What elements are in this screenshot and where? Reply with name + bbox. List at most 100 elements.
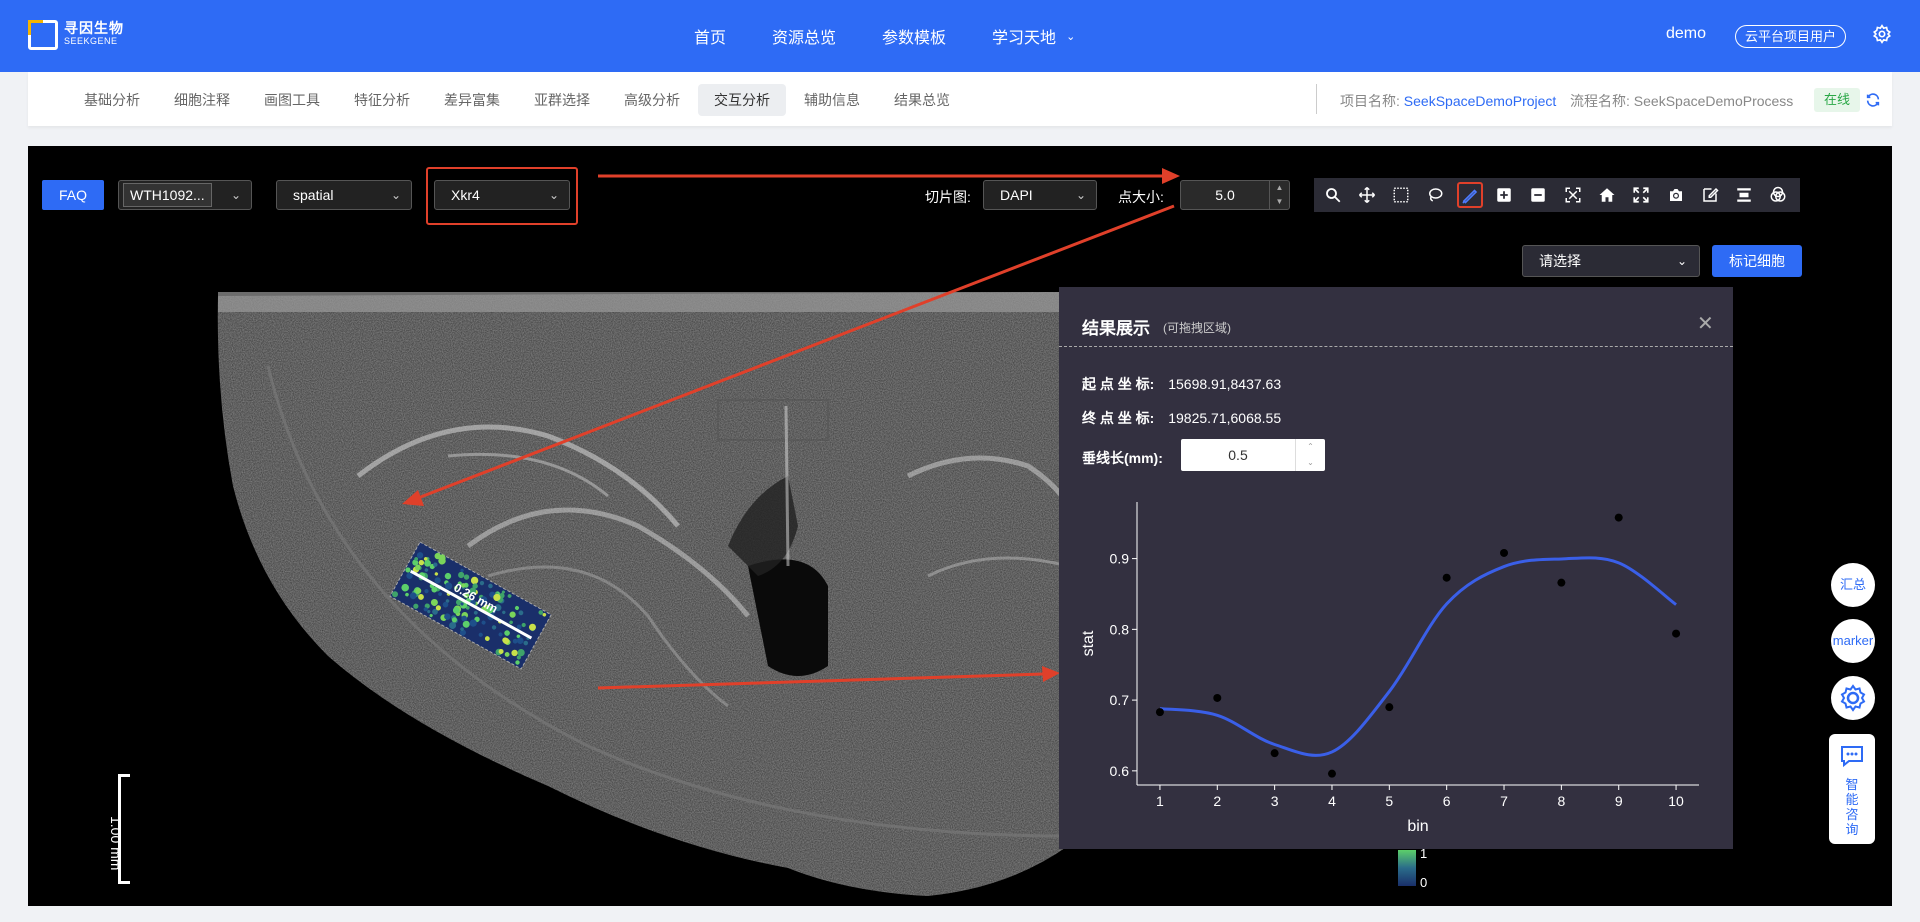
nav-home[interactable]: 首页: [694, 24, 726, 48]
fullscreen-icon[interactable]: [1629, 182, 1654, 208]
data-point: [1270, 749, 1279, 758]
result-subtitle: (可拖拽区域): [1163, 321, 1231, 335]
faq-button[interactable]: FAQ: [42, 180, 104, 210]
chevron-down-icon: ⌄: [548, 188, 559, 202]
role-badge[interactable]: 云平台项目用户: [1735, 25, 1847, 48]
stat-line-chart[interactable]: 0.6 0.7 0.8 0.9 1 2 3 4 5 6 7 8 9 10 bin stat: [1059, 492, 1733, 832]
point-size-label: 点大小:: [1118, 189, 1164, 205]
x-tick-label: 4: [1328, 793, 1336, 809]
y-tick-label: 0.9: [1110, 551, 1130, 567]
tab-results[interactable]: 结果总览: [878, 84, 966, 116]
x-tick-label: 5: [1385, 793, 1393, 809]
slice-label: 切片图:: [925, 189, 971, 205]
end-value: 19825.71,6068.55: [1168, 410, 1282, 426]
tab-diff[interactable]: 差异富集: [428, 84, 516, 116]
line-draw-icon[interactable]: [1457, 182, 1483, 208]
perp-length: 垂线长(mm):: [1082, 448, 1173, 468]
perp-label: 垂线长(mm):: [1082, 450, 1163, 466]
perp-length-input[interactable]: 0.5 ⌃ ⌄: [1181, 439, 1325, 471]
zoom-out-icon[interactable]: [1526, 182, 1551, 208]
chevron-down-icon: ⌄: [1075, 188, 1086, 202]
embedding-select[interactable]: spatial ⌄: [276, 180, 412, 210]
tab-interactive[interactable]: 交互分析: [698, 84, 786, 116]
colorbar: [1398, 850, 1416, 886]
gene-value: Xkr4: [451, 187, 480, 203]
chevron-down-icon: ⌄: [230, 188, 241, 202]
divider: [1059, 346, 1733, 347]
project-label: 项目名称:: [1340, 93, 1400, 109]
data-point: [1385, 703, 1394, 712]
align-icon[interactable]: [1731, 182, 1756, 208]
tab-feature[interactable]: 特征分析: [338, 84, 426, 116]
tab-annotation[interactable]: 细胞注释: [158, 84, 246, 116]
viewer-toolbar: [1314, 178, 1800, 212]
data-point: [1155, 708, 1164, 717]
user-name[interactable]: demo: [1666, 25, 1706, 43]
chevron-down-icon: ⌄: [1066, 30, 1076, 43]
x-tick-label: 6: [1443, 793, 1451, 809]
slice-select[interactable]: DAPI ⌄: [983, 180, 1097, 210]
marker-button[interactable]: marker: [1831, 619, 1875, 663]
analysis-tabs: 基础分析 细胞注释 画图工具 特征分析 差异富集 亚群选择 高级分析 交互分析 …: [68, 84, 968, 116]
logo-en: SEEKGENE: [64, 36, 118, 46]
perp-value: 0.5: [1228, 447, 1248, 463]
start-coord: 起 点 坐 标: 15698.91,8437.63: [1082, 374, 1281, 394]
tab-advanced[interactable]: 高级分析: [608, 84, 696, 116]
tab-subcluster[interactable]: 亚群选择: [518, 84, 606, 116]
data-point: [1327, 769, 1336, 778]
x-tick-label: 8: [1557, 793, 1565, 809]
chat-button[interactable]: 智能咨询: [1829, 734, 1875, 844]
chat-label: 智能咨询: [1845, 777, 1859, 837]
sample-select[interactable]: WTH1092... ⌄: [118, 180, 252, 210]
overlay-icon[interactable]: [1766, 182, 1791, 208]
y-tick-label: 0.6: [1110, 763, 1130, 779]
refresh-icon[interactable]: [1865, 92, 1881, 108]
nav-learning[interactable]: 学习天地 ⌄: [992, 24, 1075, 48]
start-value: 15698.91,8437.63: [1168, 376, 1282, 392]
embedding-value: spatial: [293, 187, 334, 203]
sample-value: WTH1092...: [123, 183, 212, 207]
project-link[interactable]: SeekSpaceDemoProject: [1404, 93, 1557, 109]
data-point: [1614, 513, 1623, 522]
point-size-value: 5.0: [1215, 187, 1235, 203]
mark-cells-button[interactable]: 标记细胞: [1712, 245, 1802, 277]
gene-select[interactable]: Xkr4 ⌄: [434, 180, 570, 210]
data-point: [1672, 629, 1681, 638]
camera-icon[interactable]: [1663, 182, 1688, 208]
nav-resources[interactable]: 资源总览: [772, 24, 836, 48]
home-icon[interactable]: [1594, 182, 1619, 208]
autoscale-icon[interactable]: [1560, 182, 1585, 208]
logo[interactable]: 寻因生物 SEEKGENE: [28, 20, 124, 50]
nav-templates[interactable]: 参数模板: [882, 24, 946, 48]
tab-aux[interactable]: 辅助信息: [788, 84, 876, 116]
spinner[interactable]: ▲ ▼: [1269, 181, 1289, 209]
end-label: 终 点 坐 标:: [1082, 410, 1155, 426]
tab-plot-tools[interactable]: 画图工具: [248, 84, 336, 116]
flow-label: 流程名称:: [1570, 93, 1630, 109]
top-nav: 寻因生物 SEEKGENE 首页 资源总览 参数模板 学习天地 ⌄ demo 云…: [0, 0, 1920, 72]
lasso-icon[interactable]: [1423, 182, 1448, 208]
start-label: 起 点 坐 标:: [1082, 376, 1155, 392]
spinner[interactable]: ⌃ ⌄: [1295, 439, 1325, 471]
x-tick-label: 10: [1668, 793, 1684, 809]
close-icon[interactable]: ✕: [1697, 311, 1714, 336]
result-panel[interactable]: 结果展示 (可拖拽区域) ✕ 起 点 坐 标: 15698.91,8437.63…: [1059, 287, 1733, 849]
summary-button[interactable]: 汇总: [1831, 563, 1875, 607]
slice-value: DAPI: [1000, 187, 1033, 203]
edit-icon[interactable]: [1697, 182, 1722, 208]
gear-icon: [1840, 684, 1866, 712]
x-tick-label: 3: [1271, 793, 1279, 809]
gear-icon[interactable]: [1872, 24, 1892, 44]
y-axis-label: stat: [1080, 630, 1097, 656]
colorbar-min: 0: [1420, 875, 1428, 890]
pan-icon[interactable]: [1354, 182, 1379, 208]
flow-info: 流程名称: SeekSpaceDemoProcess: [1570, 91, 1793, 111]
box-select-icon[interactable]: [1389, 182, 1414, 208]
point-size-input[interactable]: 5.0 ▲ ▼: [1180, 180, 1290, 210]
sub-nav: 基础分析 细胞注释 画图工具 特征分析 差异富集 亚群选择 高级分析 交互分析 …: [28, 72, 1892, 126]
zoom-icon[interactable]: [1320, 182, 1345, 208]
tab-basic[interactable]: 基础分析: [68, 84, 156, 116]
cluster-select[interactable]: 请选择 ⌄: [1522, 245, 1700, 277]
zoom-in-icon[interactable]: [1492, 182, 1517, 208]
settings-button[interactable]: [1831, 676, 1875, 720]
